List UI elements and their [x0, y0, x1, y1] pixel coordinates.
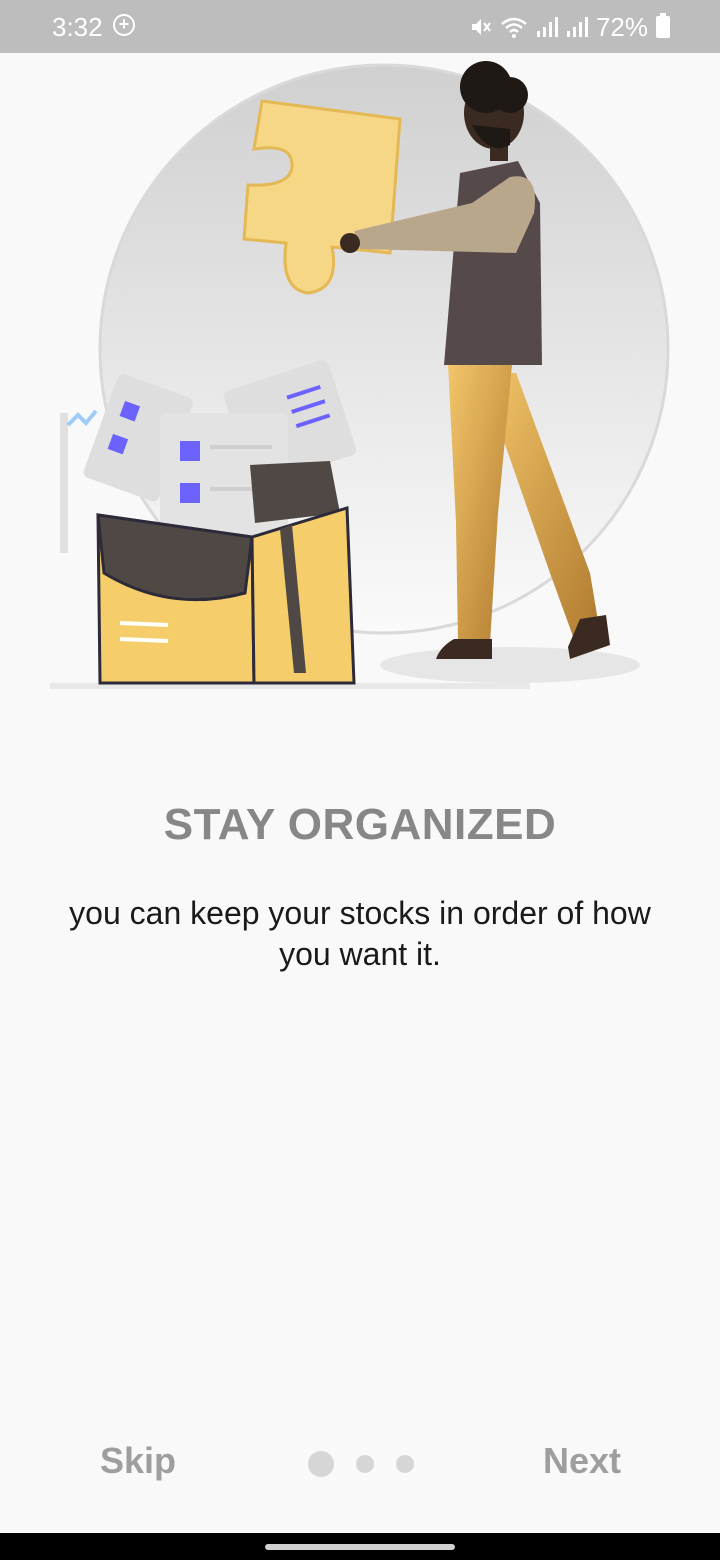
wifi-icon — [501, 17, 527, 38]
add-circle-icon: + — [113, 14, 135, 36]
signal-icon — [566, 17, 588, 37]
signal-icon — [536, 17, 558, 37]
battery-percent: 72% — [595, 11, 648, 42]
mute-icon — [471, 19, 491, 35]
onboarding-illustration — [50, 61, 670, 689]
page-indicator — [308, 1451, 436, 1477]
battery-icon — [656, 13, 670, 38]
onboarding-description: you can keep your stocks in order of how… — [69, 895, 651, 972]
next-button[interactable]: Next — [530, 1440, 634, 1482]
skip-button[interactable]: Skip — [80, 1440, 196, 1482]
ground-shadow — [380, 647, 640, 683]
onboarding-nav: Skip Next — [0, 1420, 720, 1510]
page-dot — [356, 1455, 374, 1473]
page-dot — [396, 1455, 414, 1473]
page-dot-active — [308, 1451, 334, 1477]
system-navigation-bar — [0, 1533, 720, 1560]
home-indicator[interactable] — [265, 1544, 455, 1550]
onboarding-title: STAY ORGANIZED — [163, 800, 557, 849]
status-icons: 72% — [468, 10, 670, 44]
status-time: 3:32 — [52, 12, 103, 42]
status-bar: 3:32 + 72% — [0, 0, 720, 53]
